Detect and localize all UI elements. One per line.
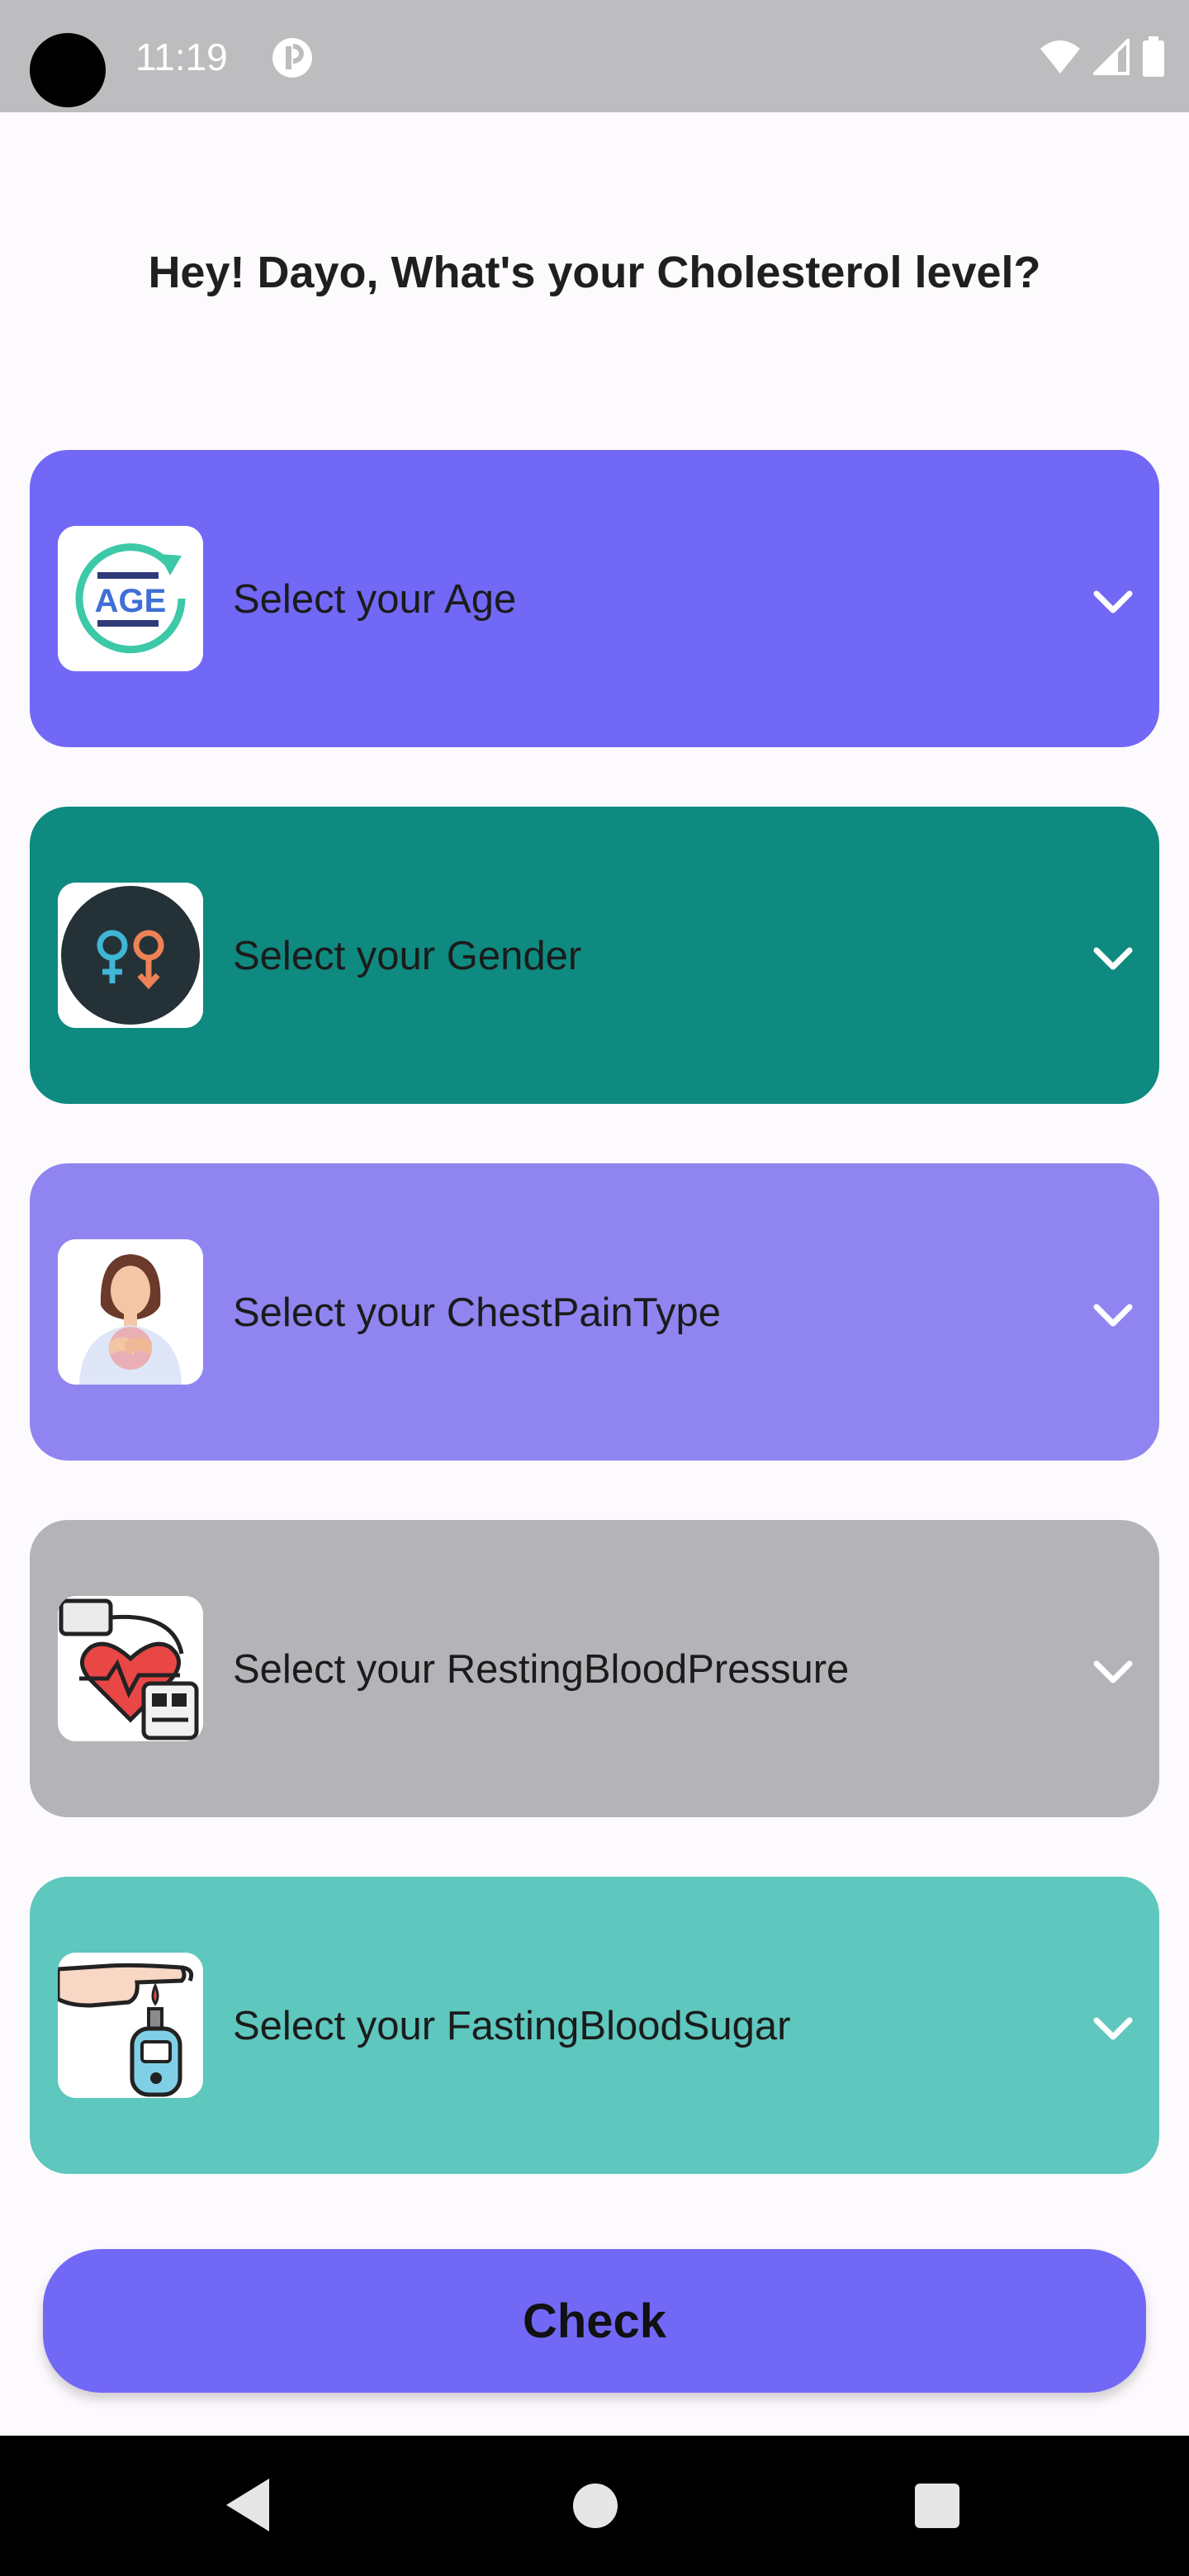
chest-pain-label: Select your ChestPainType: [233, 1290, 722, 1335]
back-icon[interactable]: [223, 2475, 276, 2535]
camera-cutout: [30, 33, 106, 107]
app-notification-icon: [272, 38, 312, 78]
blood-pressure-dropdown[interactable]: Select your RestingBloodPressure: [30, 1520, 1159, 1817]
chevron-down-icon: [1093, 1304, 1133, 1327]
age-dropdown[interactable]: AGE Select your Age: [30, 450, 1159, 747]
status-time: 11:19: [135, 36, 228, 78]
wifi-icon: [1040, 40, 1080, 73]
blood-sugar-icon: [58, 1953, 203, 2098]
recents-icon[interactable]: [915, 2484, 959, 2528]
chevron-down-icon: [1093, 947, 1133, 970]
chevron-down-icon: [1093, 1660, 1133, 1683]
page-title: Hey! Dayo, What's your Cholesterol level…: [148, 248, 1041, 297]
svg-text:AGE: AGE: [95, 583, 167, 619]
gender-icon: [58, 883, 203, 1028]
home-icon[interactable]: [573, 2484, 618, 2528]
age-icon: AGE: [58, 526, 203, 671]
blood-pressure-label: Select your RestingBloodPressure: [233, 1647, 850, 1692]
battery-icon: [1143, 36, 1164, 77]
blood-pressure-icon: [58, 1596, 203, 1741]
chest-pain-dropdown[interactable]: Select your ChestPainType: [30, 1163, 1159, 1461]
blood-sugar-dropdown[interactable]: Select your FastingBloodSugar: [30, 1877, 1159, 2174]
chest-pain-icon: [58, 1239, 203, 1385]
age-label: Select your Age: [233, 577, 517, 622]
chevron-down-icon: [1093, 2017, 1133, 2040]
status-icons: [1039, 36, 1166, 78]
gender-label: Select your Gender: [233, 934, 582, 978]
gender-dropdown[interactable]: Select your Gender: [30, 807, 1159, 1104]
blood-sugar-label: Select your FastingBloodSugar: [233, 2004, 791, 2048]
check-button[interactable]: Check: [43, 2249, 1146, 2393]
chevron-down-icon: [1093, 590, 1133, 613]
cell-signal-icon: [1093, 39, 1130, 75]
status-bar: 11:19: [0, 0, 1189, 112]
